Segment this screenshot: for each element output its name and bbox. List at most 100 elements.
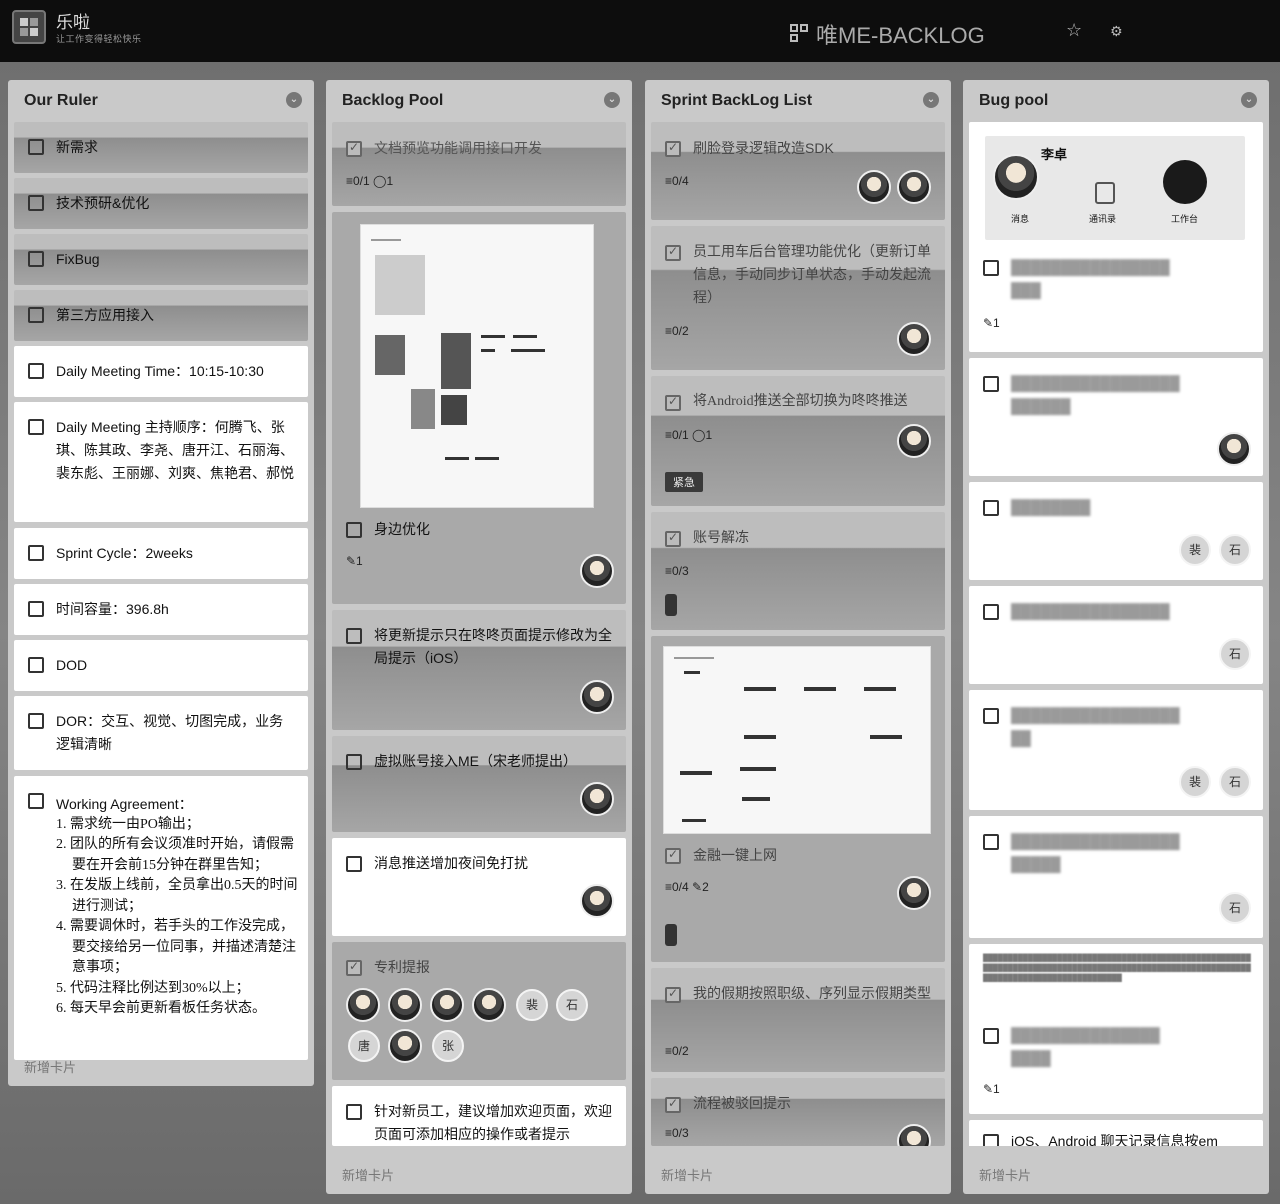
checkbox[interactable]: [983, 604, 999, 620]
checkbox[interactable]: [28, 139, 44, 155]
card[interactable]: 金融一键上网 ≡0/4 ✎2: [651, 636, 945, 962]
star-icon[interactable]: ☆: [1066, 20, 1082, 41]
list-header[interactable]: Backlog Pool ⌄: [326, 80, 632, 122]
chevron-down-icon[interactable]: ⌄: [604, 92, 620, 108]
member-badge[interactable]: 石: [1219, 766, 1251, 798]
checkbox[interactable]: [346, 1104, 362, 1120]
card[interactable]: 第三方应用接入: [14, 290, 308, 341]
gear-icon[interactable]: ⚙: [1110, 23, 1123, 40]
checkbox[interactable]: [665, 140, 681, 157]
card[interactable]: 将Android推送全部切换为咚咚推送 ≡0/1 ◯1 紧急: [651, 376, 945, 506]
checkbox[interactable]: [346, 856, 362, 872]
card[interactable]: 账号解冻 ≡0/3: [651, 512, 945, 630]
checkbox[interactable]: [28, 601, 44, 617]
checkbox[interactable]: [28, 793, 44, 809]
checkbox[interactable]: [983, 708, 999, 724]
add-card-button[interactable]: 新增卡片: [342, 1165, 394, 1184]
card[interactable]: 我的假期按照职级、序列显示假期类型 ≡0/2: [651, 968, 945, 1072]
checkbox[interactable]: [346, 628, 362, 644]
card[interactable]: 刷脸登录逻辑改造SDK ≡0/4: [651, 122, 945, 220]
add-card-button[interactable]: 新增卡片: [24, 1057, 76, 1076]
card[interactable]: Sprint Cycle：2weeks: [14, 528, 308, 579]
checkbox[interactable]: [28, 307, 44, 323]
card[interactable]: DOD: [14, 640, 308, 691]
checkbox[interactable]: [983, 1028, 999, 1044]
card-working-agreement[interactable]: Working Agreement： 1. 需求统一由PO输出； 2. 团队的所…: [14, 776, 308, 1060]
card[interactable]: ████████ 裴 石: [969, 482, 1263, 580]
card[interactable]: ████████████████████████████████████████…: [969, 944, 1263, 1114]
checkbox[interactable]: [983, 834, 999, 850]
member-avatar[interactable]: [388, 1029, 422, 1063]
member-badge[interactable]: 裴: [1179, 766, 1211, 798]
member-avatar[interactable]: [580, 554, 614, 588]
checkbox[interactable]: [665, 986, 681, 1003]
member-badge[interactable]: 石: [1219, 892, 1251, 924]
checkbox[interactable]: [665, 244, 681, 261]
card[interactable]: █████████████████ ██ 裴 石: [969, 690, 1263, 810]
member-avatar[interactable]: [897, 170, 931, 204]
member-avatar[interactable]: [1217, 432, 1251, 466]
checkbox[interactable]: [346, 754, 362, 770]
card[interactable]: 流程被驳回提示 ≡0/3: [651, 1078, 945, 1146]
checkbox[interactable]: [983, 376, 999, 392]
card[interactable]: 李卓 消息 通讯录 工作台 ████████████████ ███ ✎1: [969, 122, 1263, 352]
checkbox[interactable]: [28, 545, 44, 561]
list-header[interactable]: Our Ruler ⌄: [8, 80, 314, 122]
label-bar[interactable]: [665, 924, 677, 946]
checkbox[interactable]: [28, 363, 44, 379]
checkbox[interactable]: [28, 251, 44, 267]
checkbox[interactable]: [983, 500, 999, 516]
member-avatar[interactable]: [897, 424, 931, 458]
checkbox[interactable]: [665, 1096, 681, 1113]
list-header[interactable]: Sprint BackLog List ⌄: [645, 80, 951, 122]
card[interactable]: DOR：交互、视觉、切图完成，业务逻辑清晰: [14, 696, 308, 770]
checkbox[interactable]: [346, 140, 362, 157]
board-title[interactable]: 唯ME-BACKLOG: [790, 18, 985, 50]
member-avatar[interactable]: [580, 680, 614, 714]
member-badge[interactable]: 石: [1219, 638, 1251, 670]
card[interactable]: Daily Meeting 主持顺序：何腾飞、张琪、陈其政、李尧、唐开江、石丽海…: [14, 402, 308, 522]
checkbox[interactable]: [346, 522, 362, 538]
checkbox[interactable]: [28, 713, 44, 729]
member-badge[interactable]: 裴: [516, 989, 548, 1021]
card[interactable]: 针对新员工，建议增加欢迎页面，欢迎页面可添加相应的操作或者提示: [332, 1086, 626, 1146]
card[interactable]: █████████████████ ██████: [969, 358, 1263, 476]
member-avatar[interactable]: [472, 988, 506, 1022]
member-avatar[interactable]: [388, 988, 422, 1022]
checkbox[interactable]: [665, 530, 681, 547]
card[interactable]: FixBug: [14, 234, 308, 285]
member-badge[interactable]: 石: [1219, 534, 1251, 566]
checkbox[interactable]: [28, 657, 44, 673]
member-avatar[interactable]: [580, 884, 614, 918]
member-avatar[interactable]: [346, 988, 380, 1022]
card[interactable]: 新需求: [14, 122, 308, 173]
card[interactable]: 专利提报 裴 石 唐 张: [332, 942, 626, 1080]
card[interactable]: 时间容量：396.8h: [14, 584, 308, 635]
card[interactable]: 技术预研&优化: [14, 178, 308, 229]
card[interactable]: ████████████████ 石: [969, 586, 1263, 684]
card[interactable]: 文档预览功能调用接口开发 ≡0/1 ◯1: [332, 122, 626, 206]
label-urgent[interactable]: 紧急: [665, 472, 703, 492]
member-avatar[interactable]: [857, 170, 891, 204]
checkbox[interactable]: [346, 959, 362, 976]
chevron-down-icon[interactable]: ⌄: [286, 92, 302, 108]
member-badge[interactable]: 张: [432, 1030, 464, 1062]
list-header[interactable]: Bug pool ⌄: [963, 80, 1269, 122]
qrcode-icon[interactable]: [790, 24, 810, 44]
member-avatar[interactable]: [580, 782, 614, 816]
add-card-button[interactable]: 新增卡片: [979, 1165, 1031, 1184]
card[interactable]: Daily Meeting Time：10:15-10:30: [14, 346, 308, 397]
add-card-button[interactable]: 新增卡片: [661, 1165, 713, 1184]
member-badge[interactable]: 裴: [1179, 534, 1211, 566]
checkbox[interactable]: [665, 847, 681, 864]
label-bar[interactable]: [665, 594, 677, 616]
chevron-down-icon[interactable]: ⌄: [923, 92, 939, 108]
member-avatar[interactable]: [897, 322, 931, 356]
card[interactable]: iOS、Android 聊天记录信息按em: [969, 1120, 1263, 1146]
checkbox[interactable]: [665, 394, 681, 411]
member-avatar[interactable]: [897, 1124, 931, 1146]
member-avatar[interactable]: [430, 988, 464, 1022]
card[interactable]: 虚拟账号接入ME（宋老师提出）: [332, 736, 626, 832]
member-avatar[interactable]: [897, 876, 931, 910]
checkbox[interactable]: [983, 260, 999, 276]
